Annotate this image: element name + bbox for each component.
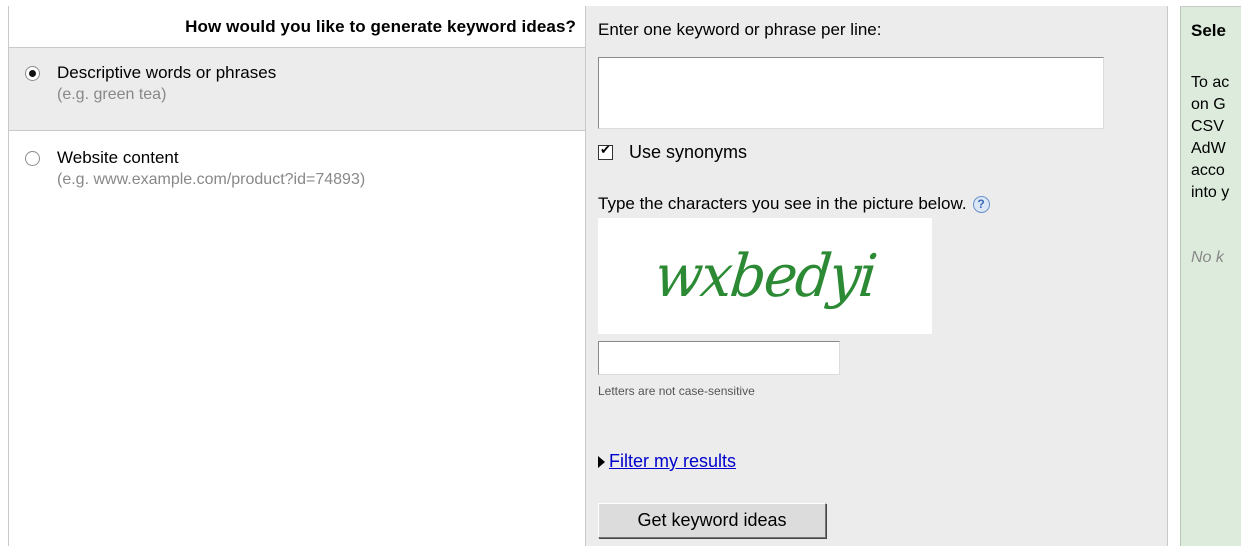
descriptive-words-radio[interactable]	[25, 66, 40, 81]
selected-keywords-panel: Sele To ac on G CSV AdW acco into y No k	[1180, 6, 1241, 546]
help-icon[interactable]: ?	[972, 195, 990, 213]
expand-arrow-icon[interactable]	[598, 455, 605, 468]
selected-keywords-title: Sele	[1191, 21, 1226, 40]
keyword-prompt: Enter one keyword or phrase per line:	[598, 20, 882, 39]
filter-results-row[interactable]: Filter my results	[598, 451, 736, 472]
keyword-textarea[interactable]	[598, 57, 1104, 129]
captcha-input[interactable]	[598, 341, 840, 375]
captcha-image: wxbedyi	[598, 218, 932, 334]
option-website-content[interactable]: Website content (e.g. www.example.com/pr…	[9, 131, 585, 231]
captcha-characters: wxbedyi	[651, 241, 879, 311]
description-line: To ac	[1191, 74, 1230, 91]
description-line: AdW	[1191, 140, 1226, 157]
selected-keywords-description: To ac on G CSV AdW acco into y	[1191, 72, 1229, 204]
captcha-prompt: Type the characters you see in the pictu…	[598, 194, 967, 213]
filter-results-link[interactable]: Filter my results	[609, 451, 736, 472]
descriptive-words-label[interactable]: Descriptive words or phrases	[57, 62, 585, 84]
keyword-method-panel: How would you like to generate keyword i…	[8, 6, 586, 546]
method-heading: How would you like to generate keyword i…	[9, 6, 585, 48]
website-content-label[interactable]: Website content	[57, 147, 585, 169]
website-content-radio[interactable]	[25, 151, 40, 166]
option-descriptive-words[interactable]: Descriptive words or phrases (e.g. green…	[9, 48, 585, 131]
get-keyword-ideas-button[interactable]: Get keyword ideas	[598, 503, 826, 538]
descriptive-words-example: (e.g. green tea)	[57, 86, 167, 103]
description-line: acco	[1191, 162, 1225, 179]
description-line: on G	[1191, 96, 1226, 113]
captcha-prompt-row: Type the characters you see in the pictu…	[598, 194, 990, 214]
captcha-hint: Letters are not case-sensitive	[598, 384, 755, 398]
description-line: into y	[1191, 184, 1230, 201]
website-content-example: (e.g. www.example.com/product?id=74893)	[57, 171, 366, 188]
use-synonyms-label[interactable]: Use synonyms	[629, 142, 747, 163]
keyword-input-panel: Enter one keyword or phrase per line: Us…	[586, 6, 1168, 546]
synonyms-row[interactable]: Use synonyms	[598, 142, 747, 163]
no-keywords-message: No k	[1191, 249, 1224, 266]
description-line: CSV	[1191, 118, 1224, 135]
use-synonyms-checkbox[interactable]	[598, 143, 613, 160]
